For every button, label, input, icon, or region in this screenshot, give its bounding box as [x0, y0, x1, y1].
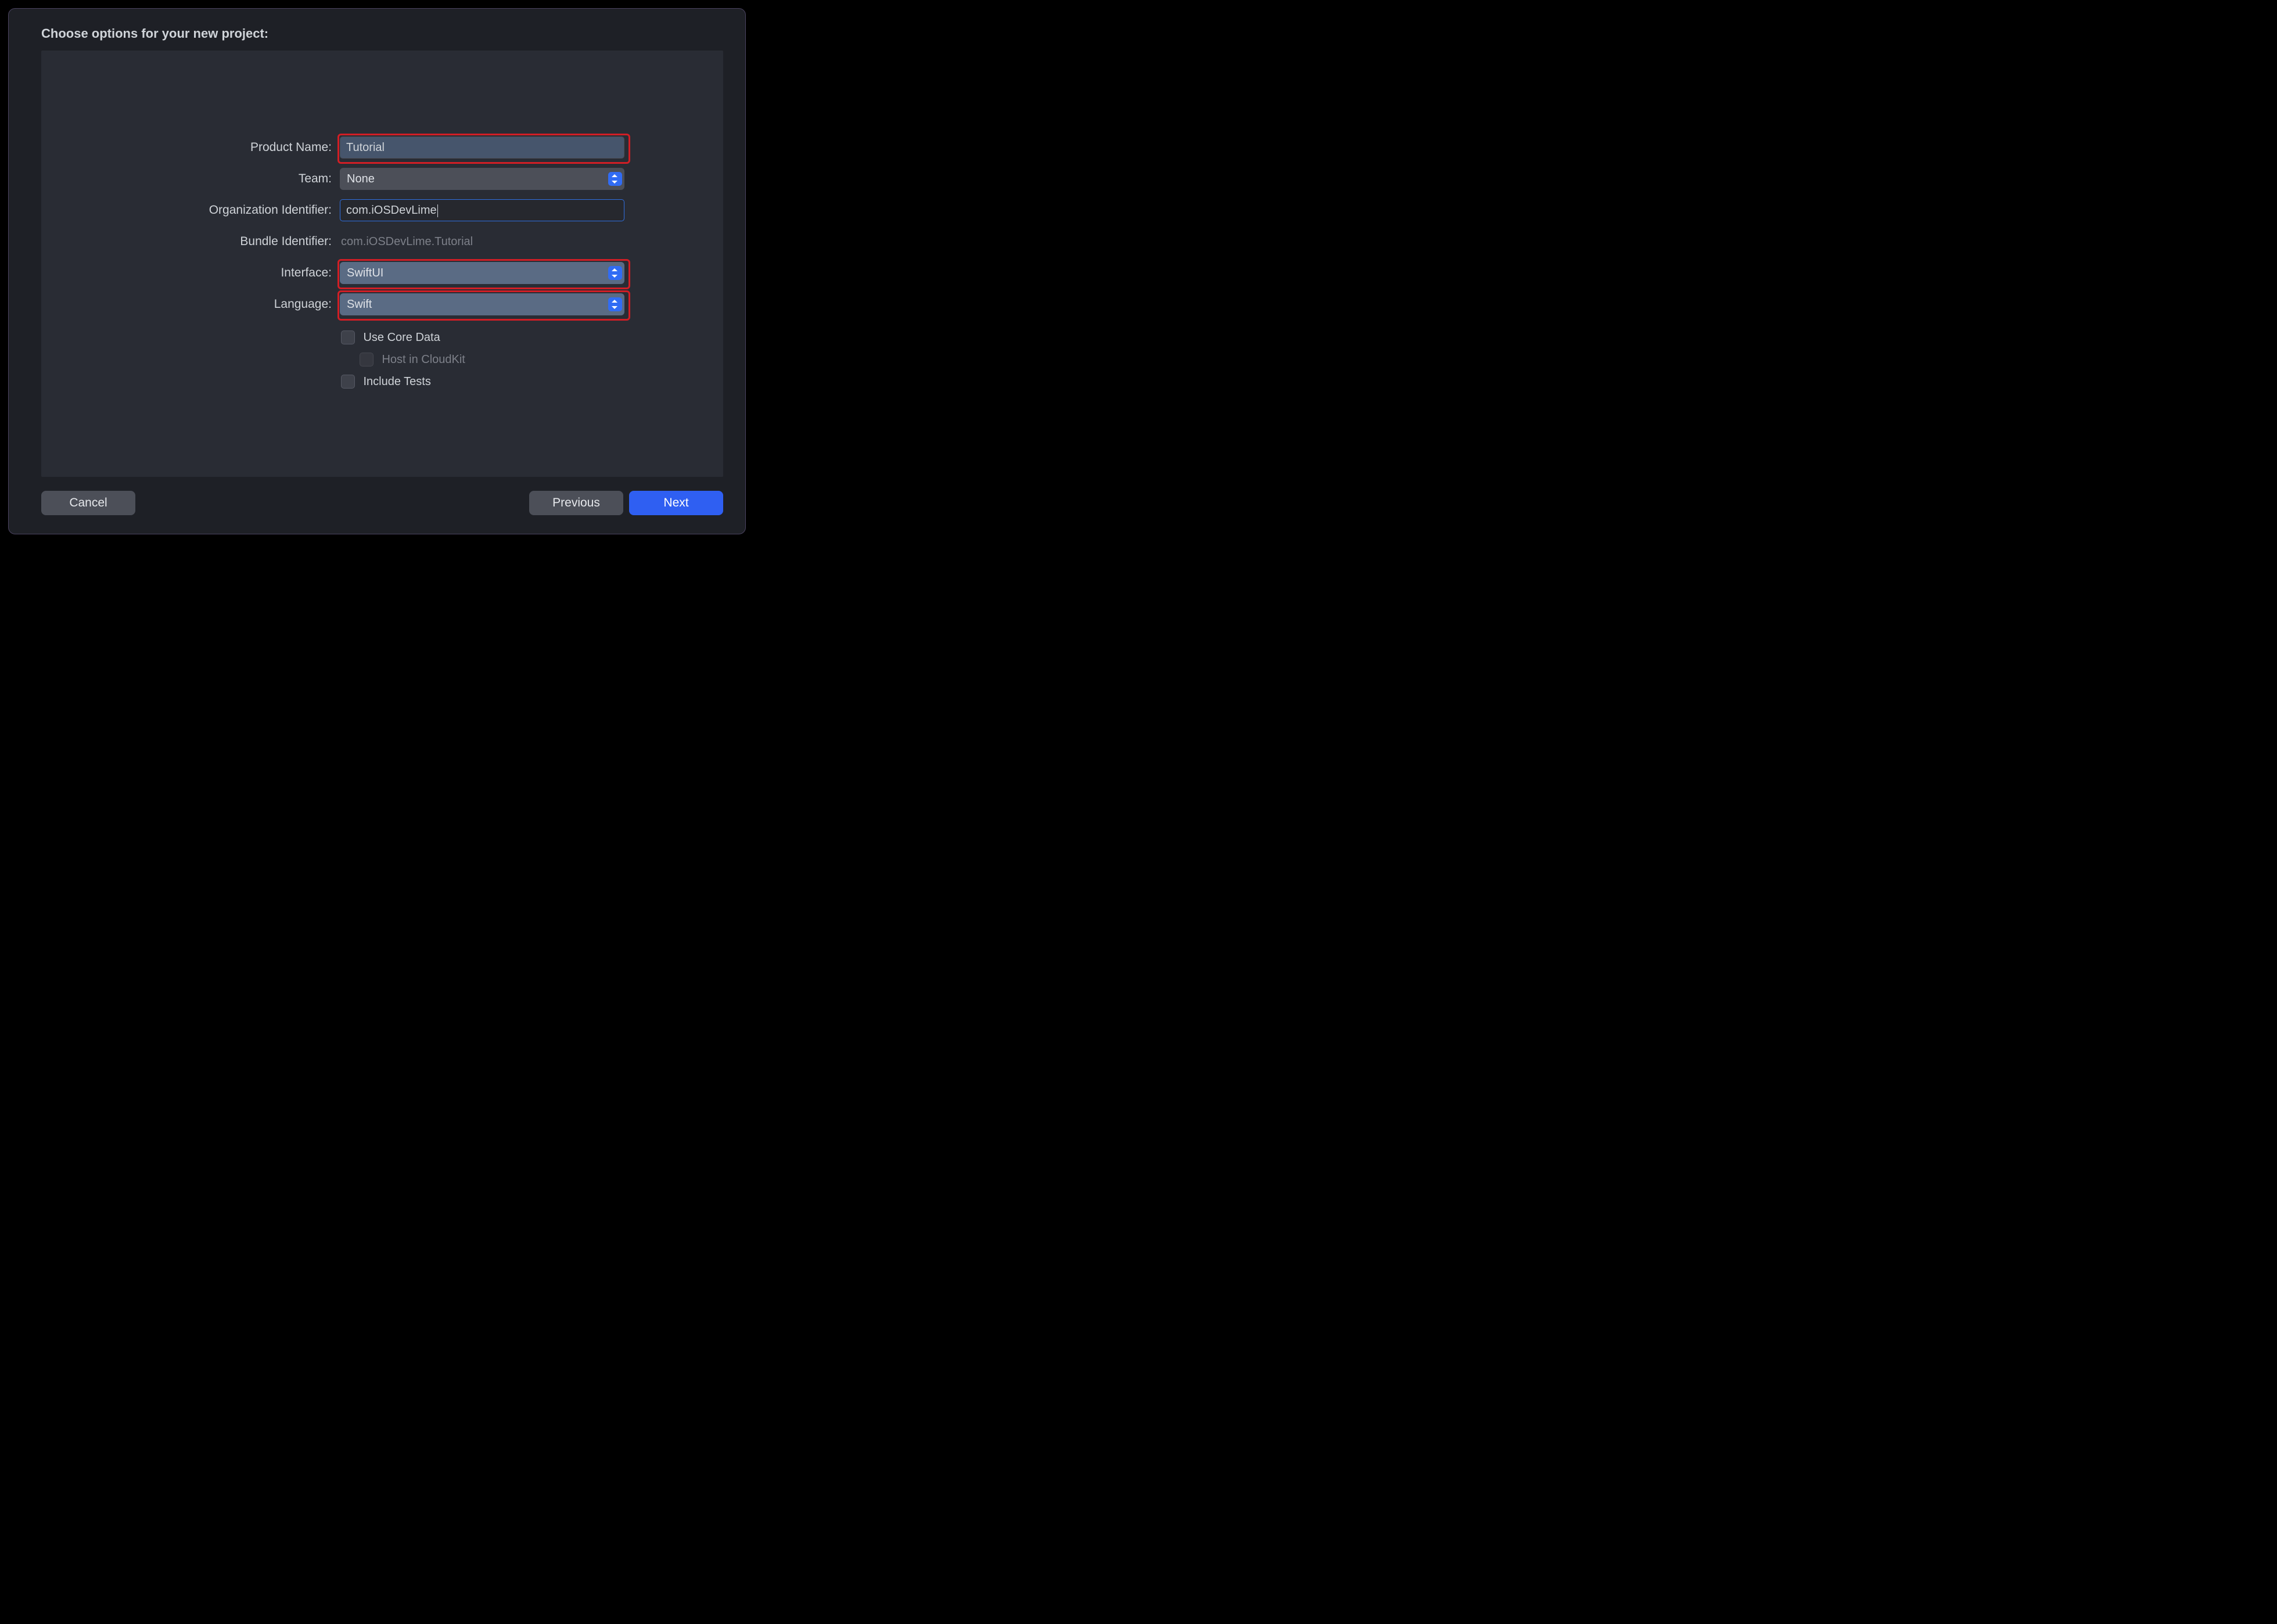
team-select[interactable]: None [340, 168, 624, 190]
org-identifier-label: Organization Identifier: [41, 199, 332, 221]
next-button[interactable]: Next [629, 491, 723, 515]
bundle-identifier-label: Bundle Identifier: [41, 231, 332, 253]
include-tests-checkbox[interactable] [341, 375, 355, 389]
language-select[interactable]: Swift [340, 293, 624, 315]
host-cloudkit-label: Host in CloudKit [382, 353, 465, 366]
new-project-options-dialog: Choose options for your new project: Pro… [8, 8, 746, 534]
form: Product Name: Tutorial Team: None [41, 136, 723, 397]
host-cloudkit-checkbox [360, 353, 373, 367]
text-caret [437, 204, 438, 217]
button-bar: Cancel Previous Next [41, 491, 723, 515]
interface-select[interactable]: SwiftUI [340, 262, 624, 284]
bundle-identifier-value: com.iOSDevLime.Tutorial [341, 231, 473, 253]
cancel-button[interactable]: Cancel [41, 491, 135, 515]
updown-icon [608, 266, 622, 280]
org-identifier-value: com.iOSDevLime [346, 204, 437, 217]
language-value: Swift [347, 298, 372, 311]
team-value: None [347, 173, 375, 186]
use-core-data-checkbox[interactable] [341, 330, 355, 344]
updown-icon [608, 297, 622, 311]
use-core-data-label: Use Core Data [363, 331, 440, 344]
org-identifier-input[interactable]: com.iOSDevLime [340, 199, 624, 221]
interface-value: SwiftUI [347, 267, 383, 280]
updown-icon [608, 172, 622, 186]
product-name-input[interactable]: Tutorial [340, 136, 624, 159]
interface-label: Interface: [41, 262, 332, 284]
product-name-label: Product Name: [41, 136, 332, 159]
product-name-value: Tutorial [346, 141, 385, 154]
language-label: Language: [41, 293, 332, 315]
form-panel: Product Name: Tutorial Team: None [41, 51, 723, 477]
team-label: Team: [41, 168, 332, 190]
include-tests-label: Include Tests [363, 375, 430, 388]
previous-button[interactable]: Previous [529, 491, 623, 515]
dialog-title: Choose options for your new project: [41, 26, 268, 41]
